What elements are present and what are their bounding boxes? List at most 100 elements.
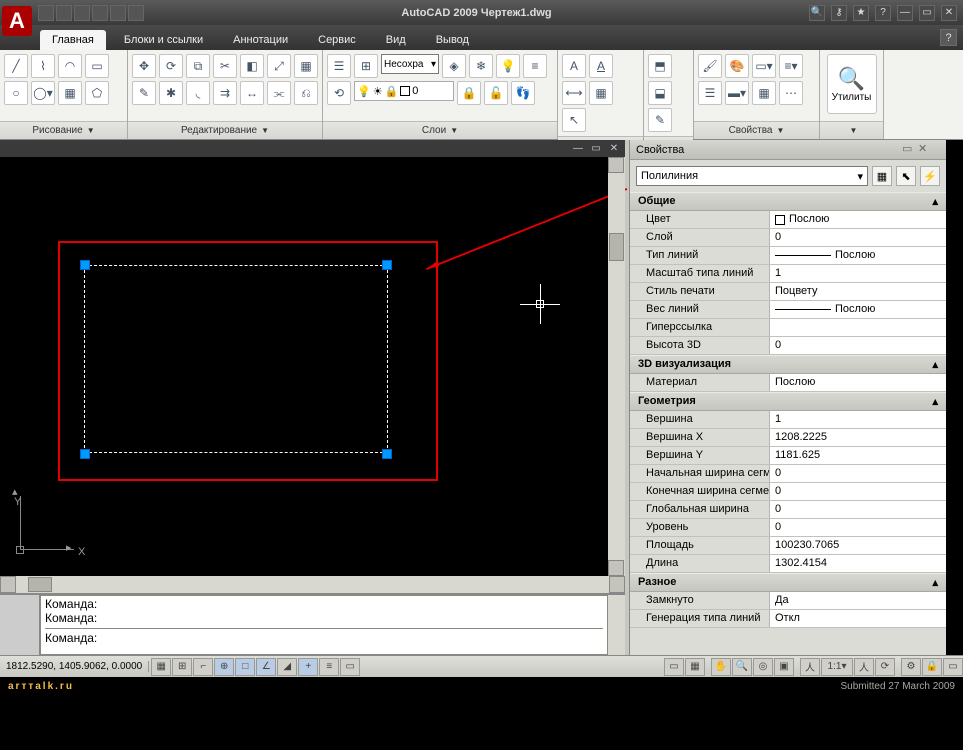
grip-tr[interactable] — [382, 260, 392, 270]
command-handle[interactable] — [0, 595, 40, 655]
property-row[interactable]: Площадь100230.7065 — [630, 537, 946, 555]
grip-br[interactable] — [382, 449, 392, 459]
rectangle-icon[interactable]: ▭ — [85, 54, 109, 78]
zoom-icon[interactable]: 🔍 — [732, 658, 752, 676]
command-history[interactable]: Команда: Команда: Команда: — [40, 595, 608, 655]
stretch-icon[interactable]: ↔ — [240, 81, 264, 105]
layer-prev-icon[interactable]: ⟲ — [327, 81, 351, 105]
coordinates[interactable]: 1812.5290, 1405.9062, 0.0000 — [0, 661, 149, 672]
property-value[interactable]: 100230.7065 — [770, 537, 946, 554]
tab-service[interactable]: Сервис — [306, 30, 368, 50]
circle-icon[interactable]: ○ — [4, 81, 28, 105]
palette-dock-icon[interactable]: ▭ — [902, 142, 916, 155]
category-header[interactable]: Разное▴ — [630, 573, 946, 592]
mirror-icon[interactable]: ◧ — [240, 54, 264, 78]
offset-icon[interactable]: ⇉ — [213, 81, 237, 105]
property-value[interactable]: 1181.625 — [770, 447, 946, 464]
move-icon[interactable]: ✥ — [132, 54, 156, 78]
scroll-left-icon[interactable] — [0, 576, 16, 593]
property-row[interactable]: Глобальная ширина0 — [630, 501, 946, 519]
leader-icon[interactable]: ↖ — [562, 108, 586, 132]
property-value[interactable]: 0 — [770, 501, 946, 518]
qat-save-icon[interactable] — [74, 5, 90, 21]
property-row[interactable]: Генерация типа линийОткл — [630, 610, 946, 628]
annoscale-icon[interactable]: 人 — [800, 658, 820, 676]
scroll-up-icon[interactable] — [608, 157, 624, 173]
pan-icon[interactable]: ✋ — [711, 658, 731, 676]
layer-iso-icon[interactable]: ◈ — [442, 54, 466, 78]
scroll-right-icon[interactable] — [609, 576, 625, 593]
props-more-icon[interactable]: ⋯ — [779, 81, 803, 105]
scroll-thumb-h[interactable] — [28, 577, 52, 592]
erase-icon[interactable]: ✎ — [132, 81, 156, 105]
layer-pill[interactable]: 💡☀🔒0 — [354, 81, 454, 101]
qat-redo-icon[interactable] — [128, 5, 144, 21]
showmotion-icon[interactable]: ▣ — [774, 658, 794, 676]
table-icon[interactable]: ▦ — [589, 81, 613, 105]
lineweight-icon[interactable]: ▬▾ — [725, 81, 749, 105]
ribbon-help-button[interactable]: ? — [940, 29, 957, 46]
vertical-scrollbar[interactable] — [608, 157, 625, 576]
property-row[interactable]: Вершина Y1181.625 — [630, 447, 946, 465]
fillet-icon[interactable]: ◟ — [186, 81, 210, 105]
property-value[interactable]: 0 — [770, 465, 946, 482]
tab-annotations[interactable]: Аннотации — [221, 30, 300, 50]
tab-output[interactable]: Вывод — [424, 30, 481, 50]
qat-undo-icon[interactable] — [110, 5, 126, 21]
otrack-icon[interactable]: ∠ — [256, 658, 276, 676]
layer-lock-icon[interactable]: 🔒 — [457, 81, 481, 105]
qat-print-icon[interactable] — [92, 5, 108, 21]
line-icon[interactable]: ╱ — [4, 54, 28, 78]
create-block-icon[interactable]: ⬓ — [648, 81, 672, 105]
property-value[interactable] — [770, 319, 946, 336]
tab-blocks[interactable]: Блоки и ссылки — [112, 30, 215, 50]
pickadd-icon[interactable]: ▦ — [872, 166, 892, 186]
layer-combo[interactable]: Несохра▾ — [381, 54, 439, 74]
scroll-down-icon[interactable] — [608, 560, 624, 576]
layer-unlock-icon[interactable]: 🔓 — [484, 81, 508, 105]
qat-new-icon[interactable] — [38, 5, 54, 21]
arc-icon[interactable]: ◠ — [58, 54, 82, 78]
dyn-icon[interactable]: + — [298, 658, 318, 676]
grip-tl[interactable] — [80, 260, 90, 270]
break-icon[interactable]: ⎌ — [294, 81, 318, 105]
property-value[interactable]: Послою — [770, 374, 946, 391]
property-value[interactable]: 0 — [770, 229, 946, 246]
array-icon[interactable]: ▦ — [294, 54, 318, 78]
linetype-icon[interactable]: ≡▾ — [779, 54, 803, 78]
steering-icon[interactable]: ◎ — [753, 658, 773, 676]
property-value[interactable]: 0 — [770, 337, 946, 354]
object-type-combo[interactable]: Полилиния ▾ — [636, 166, 868, 186]
layer-freeze-icon[interactable]: ❄ — [469, 54, 493, 78]
polygon-icon[interactable]: ⬠ — [85, 81, 109, 105]
tab-home[interactable]: Главная — [40, 30, 106, 50]
gridmode-icon[interactable]: ⊞ — [172, 658, 192, 676]
osnap-icon[interactable]: □ — [235, 658, 255, 676]
trim-icon[interactable]: ✂ — [213, 54, 237, 78]
layer-props-icon[interactable]: ☰ — [327, 54, 351, 78]
layer-match-icon[interactable]: ≡ — [523, 54, 547, 78]
grip-bl[interactable] — [80, 449, 90, 459]
insert-block-icon[interactable]: ⬒ — [648, 54, 672, 78]
property-row[interactable]: Слой0 — [630, 229, 946, 247]
copy-icon[interactable]: ⧉ — [186, 54, 210, 78]
ducs-icon[interactable]: ◢ — [277, 658, 297, 676]
property-row[interactable]: Масштаб типа линий1 — [630, 265, 946, 283]
drawing-canvas[interactable]: Y ▴ X ▸ — [0, 157, 608, 576]
property-value[interactable]: 1208.2225 — [770, 429, 946, 446]
cmd-prompt[interactable]: Команда: — [45, 628, 603, 645]
property-row[interactable]: Начальная ширина сегм...0 — [630, 465, 946, 483]
property-row[interactable]: Цвет Послою — [630, 211, 946, 229]
property-row[interactable]: Тип линий Послою — [630, 247, 946, 265]
property-value[interactable]: 1 — [770, 265, 946, 282]
property-value[interactable]: 1302.4154 — [770, 555, 946, 572]
property-row[interactable]: Стиль печатиПоцвету — [630, 283, 946, 301]
property-value[interactable]: Поцвету — [770, 283, 946, 300]
scale-icon[interactable]: ⤢ — [267, 54, 291, 78]
join-icon[interactable]: ⫘ — [267, 81, 291, 105]
palette-close-icon[interactable]: ✕ — [918, 142, 932, 155]
property-value[interactable]: Послою — [770, 247, 946, 264]
scroll-thumb-v[interactable] — [609, 233, 624, 261]
category-header[interactable]: 3D визуализация▴ — [630, 355, 946, 374]
lwt-icon[interactable]: ≡ — [319, 658, 339, 676]
